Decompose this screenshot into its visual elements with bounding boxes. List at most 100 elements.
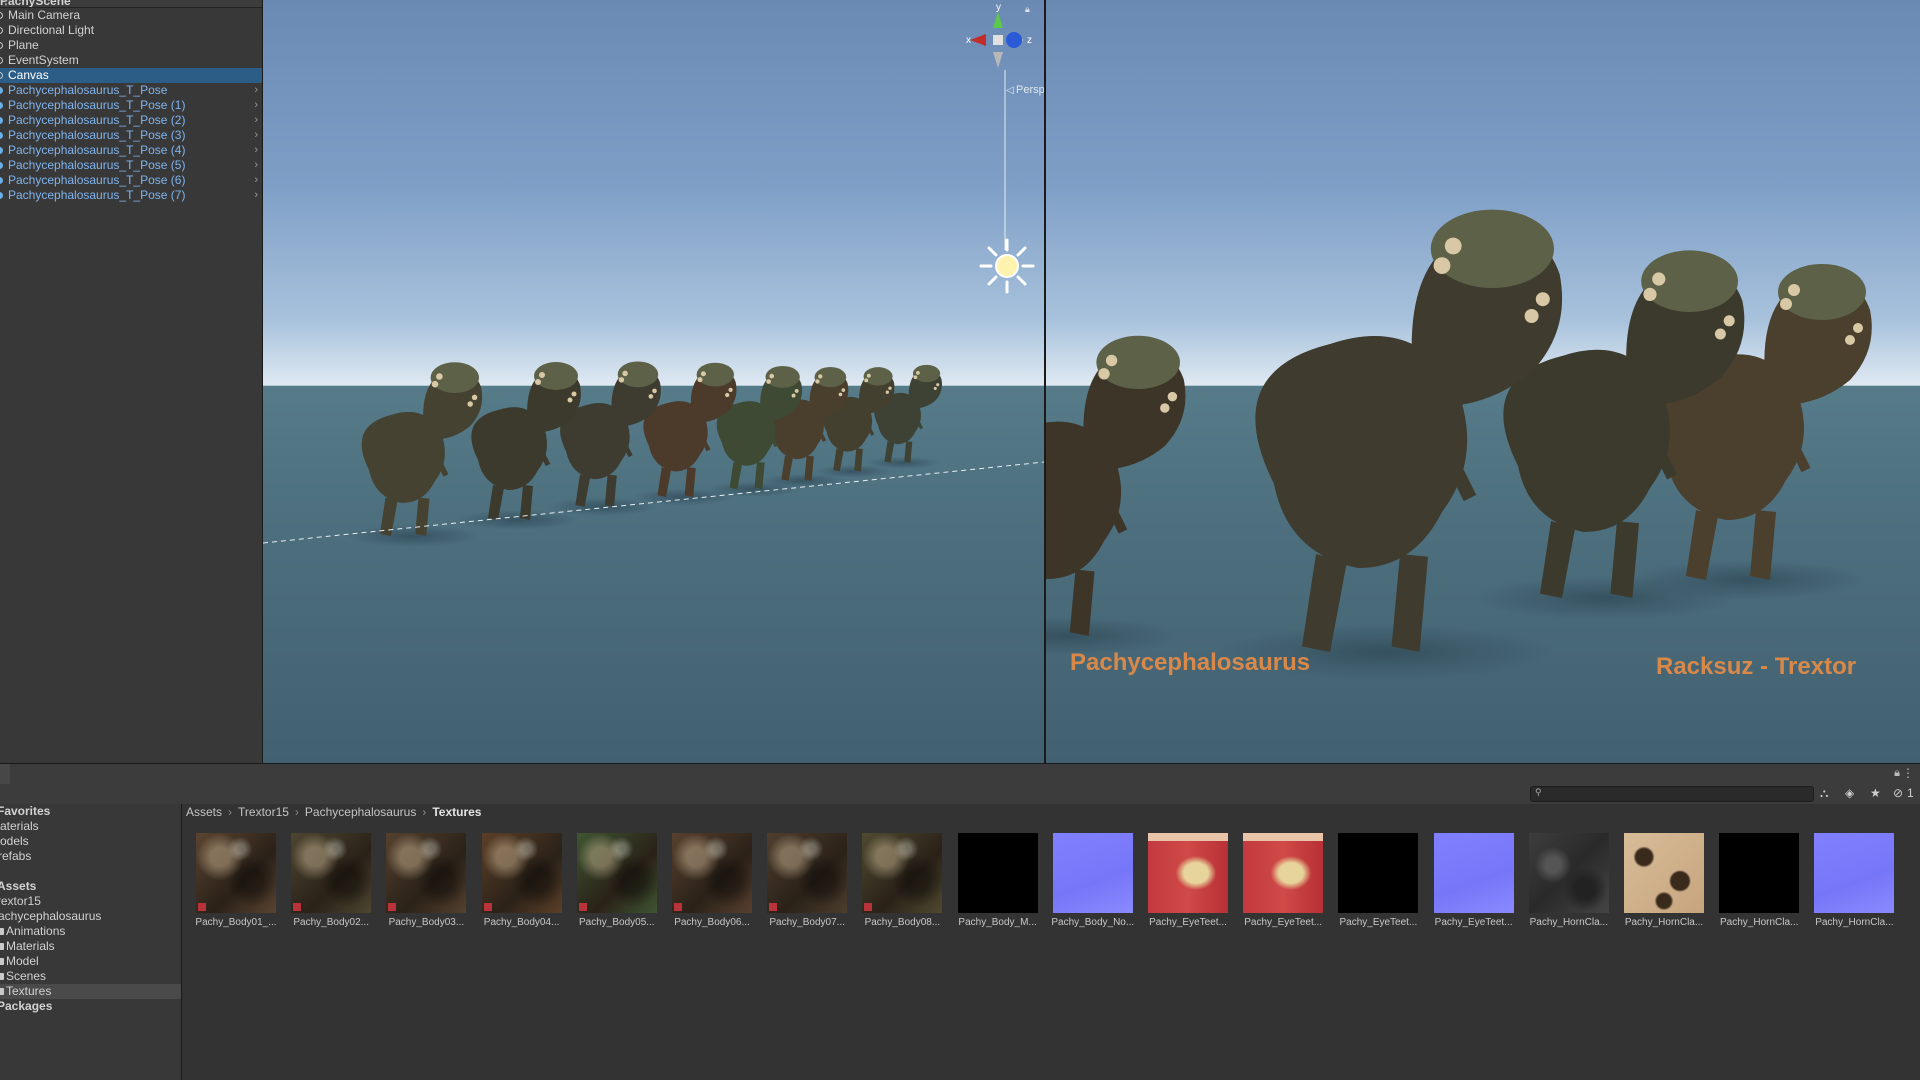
project-tree-item[interactable]: Prefabs bbox=[0, 849, 181, 864]
project-tree-item[interactable]: Favorites bbox=[0, 804, 181, 819]
texture-thumbnail[interactable] bbox=[1052, 833, 1133, 913]
game-view[interactable]: Pachycephalosaurus Racksuz - Trextor bbox=[1046, 0, 1920, 763]
search-by-type-icon[interactable]: ⛬ bbox=[1820, 786, 1828, 801]
x-axis-cone-icon[interactable] bbox=[970, 34, 986, 46]
chevron-right-icon[interactable]: › bbox=[254, 188, 258, 203]
chevron-right-icon[interactable]: › bbox=[254, 83, 258, 98]
hierarchy-item[interactable]: EventSystem bbox=[0, 53, 262, 68]
persp-label[interactable]: Persp bbox=[1016, 84, 1044, 96]
hidden-layers-icon[interactable]: ⊘ bbox=[1893, 786, 1903, 800]
chevron-right-icon[interactable]: › bbox=[254, 98, 258, 113]
breadcrumb-item[interactable]: Pachycephalosaurus bbox=[305, 805, 416, 819]
orientation-gizmo[interactable] bbox=[970, 12, 1024, 68]
y-axis-cone-icon[interactable] bbox=[993, 12, 1003, 28]
texture-thumbnail[interactable] bbox=[386, 833, 467, 913]
project-tree-item[interactable] bbox=[0, 864, 181, 879]
hierarchy-item[interactable]: Main Camera bbox=[0, 8, 262, 23]
hierarchy-item[interactable]: Pachycephalosaurus_T_Pose (5) › bbox=[0, 158, 262, 173]
chevron-right-icon[interactable]: › bbox=[254, 128, 258, 143]
project-tree-item[interactable]: Materials bbox=[0, 939, 181, 954]
asset-tile[interactable]: Pachy_Body07... bbox=[763, 833, 851, 928]
breadcrumb-item[interactable]: Textures bbox=[432, 805, 481, 819]
texture-thumbnail[interactable] bbox=[1528, 833, 1609, 913]
project-tab[interactable] bbox=[0, 764, 10, 784]
project-tree-item[interactable]: Animations bbox=[0, 924, 181, 939]
asset-tile[interactable]: Pachy_Body05... bbox=[573, 833, 661, 928]
texture-thumbnail[interactable] bbox=[1814, 833, 1895, 913]
project-tree-item[interactable]: Models bbox=[0, 834, 181, 849]
texture-marker bbox=[388, 903, 397, 911]
chevron-right-icon[interactable]: › bbox=[254, 113, 258, 128]
asset-tile[interactable]: Pachy_HornCla... bbox=[1810, 833, 1898, 928]
asset-tile[interactable]: Pachy_EyeTeet... bbox=[1239, 833, 1327, 928]
gizmo-lock-icon[interactable]: 🔒︎ bbox=[1025, 4, 1030, 14]
gizmo-center-cube[interactable] bbox=[993, 35, 1003, 45]
sun-icon[interactable] bbox=[979, 238, 1035, 294]
texture-thumbnail[interactable] bbox=[1338, 833, 1419, 913]
asset-tile[interactable]: Pachy_EyeTeet... bbox=[1430, 833, 1518, 928]
project-tree-item[interactable]: Packages bbox=[0, 999, 181, 1014]
hierarchy-item[interactable]: Pachycephalosaurus_T_Pose (4) › bbox=[0, 143, 262, 158]
z-axis-cone-icon[interactable] bbox=[1006, 32, 1022, 48]
label-filter-icon[interactable]: ◈ bbox=[1845, 786, 1854, 800]
texture-thumbnail[interactable] bbox=[1719, 833, 1800, 913]
gameobject-icon bbox=[0, 72, 3, 79]
scene-view[interactable]: ◁ Persp x y z 🔒︎ bbox=[263, 0, 1044, 763]
project-tree-item[interactable]: Pachycephalosaurus bbox=[0, 909, 181, 924]
texture-thumbnail[interactable] bbox=[767, 833, 848, 913]
asset-tile[interactable]: Pachy_Body03... bbox=[382, 833, 470, 928]
hierarchy-item[interactable]: Directional Light bbox=[0, 23, 262, 38]
asset-tile[interactable]: Pachy_HornCla... bbox=[1620, 833, 1708, 928]
project-tree-item[interactable]: Materials bbox=[0, 819, 181, 834]
hierarchy-item[interactable]: Plane bbox=[0, 38, 262, 53]
asset-tile[interactable]: Pachy_Body06... bbox=[668, 833, 756, 928]
texture-thumbnail[interactable] bbox=[957, 833, 1038, 913]
texture-thumbnail[interactable] bbox=[291, 833, 372, 913]
texture-thumbnail[interactable] bbox=[1243, 833, 1324, 913]
asset-tile[interactable]: Pachy_Body_No... bbox=[1049, 833, 1137, 928]
asset-tile[interactable]: Pachy_EyeTeet... bbox=[1144, 833, 1232, 928]
kebab-menu-icon[interactable]: ⋮ bbox=[1902, 766, 1914, 780]
hierarchy-item[interactable]: Pachycephalosaurus_T_Pose (7) › bbox=[0, 188, 262, 203]
asset-tile[interactable]: Pachy_HornCla... bbox=[1525, 833, 1613, 928]
texture-thumbnail[interactable] bbox=[1148, 833, 1228, 913]
asset-tile[interactable]: Pachy_EyeTeet... bbox=[1334, 833, 1422, 928]
breadcrumb-item[interactable]: Assets bbox=[186, 805, 222, 819]
texture-thumbnail[interactable] bbox=[576, 833, 657, 913]
lock-icon[interactable]: 🔒︎ bbox=[1894, 767, 1900, 780]
hierarchy-item[interactable]: Pachycephalosaurus_T_Pose (1) › bbox=[0, 98, 262, 113]
asset-tile[interactable]: Pachy_Body02... bbox=[287, 833, 375, 928]
search-input[interactable]: ⚲ bbox=[1530, 786, 1814, 802]
project-tree-item[interactable]: Model bbox=[0, 954, 181, 969]
hierarchy-item[interactable]: Canvas bbox=[0, 68, 262, 83]
texture-thumbnail[interactable] bbox=[1624, 833, 1704, 913]
favorite-star-icon[interactable]: ★ bbox=[1870, 786, 1881, 800]
hierarchy-item[interactable]: Pachycephalosaurus_T_Pose (2) › bbox=[0, 113, 262, 128]
texture-thumbnail[interactable] bbox=[862, 833, 943, 913]
project-tree-item[interactable]: Assets bbox=[0, 879, 181, 894]
texture-thumbnail[interactable] bbox=[672, 833, 752, 913]
project-tree-item[interactable]: Scenes bbox=[0, 969, 181, 984]
breadcrumb-item[interactable]: Trextor15 bbox=[238, 805, 289, 819]
project-tree-item[interactable]: Trextor15 bbox=[0, 894, 181, 909]
project-tree-item[interactable]: Textures bbox=[0, 984, 181, 999]
chevron-right-icon[interactable]: › bbox=[254, 173, 258, 188]
asset-tile[interactable]: Pachy_Body04... bbox=[478, 833, 566, 928]
kebab-menu-icon[interactable]: ⋮ bbox=[0, 0, 254, 7]
chevron-right-icon[interactable]: › bbox=[254, 158, 258, 173]
hierarchy-item[interactable]: Pachycephalosaurus_T_Pose › bbox=[0, 83, 262, 98]
chevron-right-icon[interactable]: › bbox=[254, 143, 258, 158]
asset-tile[interactable]: Pachy_Body01_... bbox=[192, 833, 280, 928]
pachycephalosaurus-model[interactable] bbox=[1046, 335, 1186, 655]
asset-name: Pachy_EyeTeet... bbox=[1244, 917, 1323, 928]
texture-thumbnail[interactable] bbox=[196, 833, 276, 913]
asset-tile[interactable]: Pachy_HornCla... bbox=[1715, 833, 1803, 928]
texture-thumbnail[interactable] bbox=[481, 833, 562, 913]
asset-tile[interactable]: Pachy_Body08... bbox=[858, 833, 946, 928]
asset-tile[interactable]: Pachy_Body_M... bbox=[954, 833, 1042, 928]
hierarchy-scene-header[interactable]: PachyScene ⋮ bbox=[0, 0, 262, 8]
texture-thumbnail[interactable] bbox=[1433, 833, 1514, 913]
neg-y-axis-cone-icon[interactable] bbox=[993, 52, 1003, 68]
hierarchy-item[interactable]: Pachycephalosaurus_T_Pose (6) › bbox=[0, 173, 262, 188]
hierarchy-item[interactable]: Pachycephalosaurus_T_Pose (3) › bbox=[0, 128, 262, 143]
